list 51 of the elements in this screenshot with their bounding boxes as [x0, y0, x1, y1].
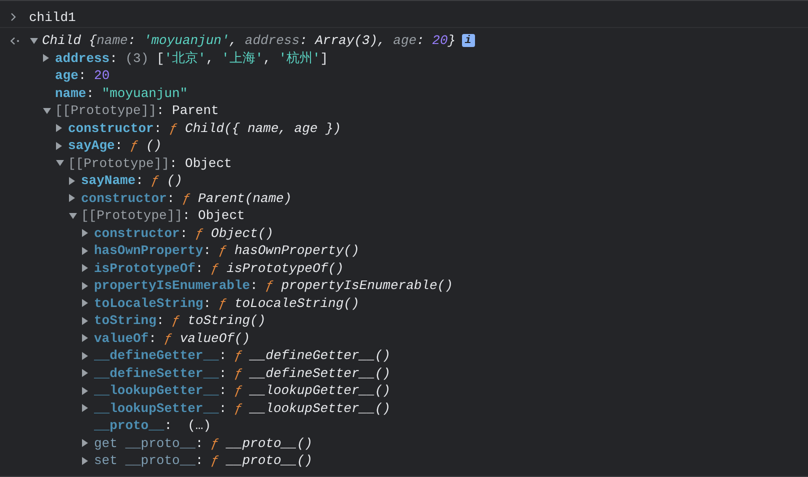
property-entry: set __proto__: ƒ __proto__()	[94, 453, 312, 468]
property-entry: isPrototypeOf: ƒ isPrototypeOf()	[94, 260, 344, 276]
property-entry: constructor: ƒ Parent(name)	[81, 190, 292, 206]
collapse-triangle-icon[interactable]	[43, 108, 51, 114]
expand-triangle-icon[interactable]	[82, 352, 88, 360]
expand-triangle-icon[interactable]	[82, 404, 88, 412]
collapse-triangle-icon[interactable]	[30, 38, 38, 44]
expand-triangle-icon[interactable]	[82, 229, 88, 238]
return-arrow-icon	[10, 36, 20, 45]
property-entry: name: "moyuanjun"	[55, 86, 188, 101]
property-entry: __defineSetter__: ƒ __defineSetter__()	[94, 366, 390, 381]
property-entry: valueOf: ƒ valueOf()	[94, 330, 250, 346]
expand-triangle-icon[interactable]	[82, 439, 88, 448]
expand-triangle-icon[interactable]	[82, 386, 88, 395]
console-command: child1	[29, 10, 76, 24]
property-entry: address: (3) ['北京', '上海', '杭州']	[55, 50, 328, 68]
expand-triangle-icon[interactable]	[56, 142, 62, 150]
property-entry: toLocaleString: ƒ toLocaleString()	[94, 296, 360, 311]
property-entry: age: 20	[55, 68, 110, 84]
property-entry: toString: ƒ toString()	[94, 313, 266, 328]
collapse-triangle-icon[interactable]	[69, 212, 77, 219]
expand-triangle-icon[interactable]	[82, 456, 88, 465]
prompt-chevron-icon	[11, 13, 16, 21]
expand-triangle-icon[interactable]	[82, 369, 88, 378]
expand-triangle-icon[interactable]	[69, 194, 75, 202]
property-entry: sayAge: ƒ ()	[68, 138, 162, 154]
property-entry: propertyIsEnumerable: ƒ propertyIsEnumerable()	[94, 278, 453, 294]
expand-triangle-icon[interactable]	[82, 334, 88, 342]
expand-triangle-icon[interactable]	[69, 176, 75, 185]
expand-triangle-icon[interactable]	[43, 54, 49, 62]
property-entry: constructor: ƒ Child({ name, age })	[68, 120, 342, 136]
property-entry: [[Prototype]]: Parent	[55, 103, 219, 118]
property-entry: __lookupGetter__: ƒ __lookupGetter__()	[94, 383, 390, 398]
property-entry: __lookupSetter__: ƒ __lookupSetter__()	[94, 400, 390, 416]
expand-triangle-icon[interactable]	[82, 264, 88, 272]
expand-triangle-icon[interactable]	[82, 299, 88, 308]
property-entry: [[Prototype]]: Object	[81, 208, 245, 224]
object-summary: Child {name: 'moyuanjun', address: Array(3), age: 20}	[42, 33, 456, 48]
property-entry: __defineGetter__: ƒ __defineGetter__()	[94, 348, 390, 364]
property-entry: hasOwnProperty: ƒ hasOwnProperty()	[94, 243, 360, 258]
expand-triangle-icon[interactable]	[82, 246, 88, 255]
property-entry: get __proto__: ƒ __proto__()	[94, 436, 312, 451]
expand-triangle-icon[interactable]	[82, 282, 88, 290]
property-entry: [[Prototype]]: Object	[68, 156, 232, 171]
property-entry: sayName: ƒ ()	[81, 173, 182, 188]
property-entry: __proto__: (…)	[94, 418, 212, 434]
expand-triangle-icon[interactable]	[82, 316, 88, 325]
expand-triangle-icon[interactable]	[56, 124, 62, 132]
collapse-triangle-icon[interactable]	[56, 160, 64, 166]
property-entry: constructor: ƒ Object()	[94, 226, 274, 241]
info-badge[interactable]: i	[462, 34, 475, 48]
